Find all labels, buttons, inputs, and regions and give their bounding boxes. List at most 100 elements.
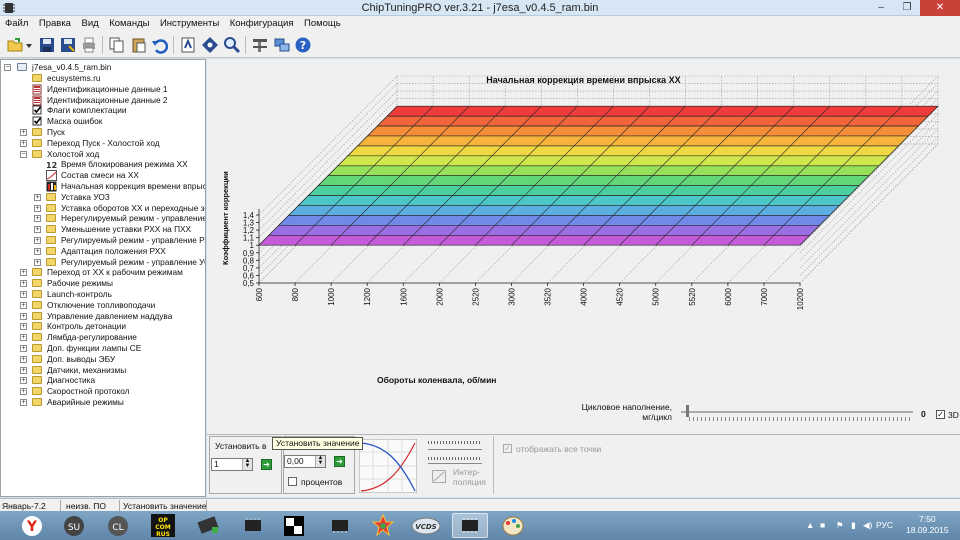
maximize-button[interactable]: ❐ — [894, 0, 920, 16]
save-as-icon[interactable] — [59, 36, 77, 54]
app-cl-icon[interactable]: CL — [100, 513, 136, 538]
tree-item[interactable]: + Launch-контроль — [4, 289, 204, 300]
paste-icon[interactable] — [130, 36, 148, 54]
tree-item[interactable]: Начальная коррекция времени впрыска — [4, 181, 205, 192]
expand-icon[interactable]: + — [34, 237, 41, 244]
tree-item[interactable]: + Регулируемый режим - управление УОЗ — [4, 257, 205, 268]
sync-icon[interactable] — [273, 36, 291, 54]
expand-icon[interactable]: + — [34, 193, 41, 201]
cyclic-fill-slider-thumb[interactable] — [686, 405, 689, 417]
tree-item[interactable]: + Датчики, механизмы — [4, 365, 204, 376]
collapse-icon[interactable]: − — [4, 64, 11, 71]
tree-item[interactable]: + Нерегулируемый режим - управление РХХ — [4, 213, 205, 224]
tree-item[interactable]: + Управление давлением наддува — [4, 311, 204, 322]
expand-icon[interactable]: + — [34, 204, 41, 212]
paint-icon[interactable] — [495, 513, 531, 538]
tree-item[interactable]: + Диагностика — [4, 375, 204, 386]
menu-help[interactable]: Помощь — [299, 16, 344, 31]
app-checker-icon[interactable] — [276, 513, 312, 538]
tree-item[interactable]: + Адаптация положения РХХ — [4, 246, 204, 257]
app-vcds-icon[interactable]: VCDS — [408, 513, 444, 538]
apply-set-in-button[interactable]: ➜ — [261, 459, 272, 470]
tray-network-icon[interactable]: ▮ — [851, 520, 856, 531]
expand-icon[interactable]: + — [20, 377, 27, 385]
tree-item[interactable]: + Скоростной протокол — [4, 386, 204, 397]
tree-item[interactable]: + Контроль детонации — [4, 321, 204, 332]
expand-icon[interactable]: + — [20, 355, 27, 363]
dropdown-arrow-icon[interactable] — [25, 36, 33, 54]
open-icon[interactable] — [6, 36, 24, 54]
copy-icon[interactable] — [108, 36, 126, 54]
clock[interactable]: 7:50 18.09.2015 — [906, 514, 949, 536]
search-icon[interactable] — [223, 36, 241, 54]
save-icon[interactable] — [38, 36, 56, 54]
tray-app-icon[interactable]: ■ — [820, 520, 825, 530]
expand-icon[interactable]: + — [20, 129, 27, 136]
slider-track-2[interactable] — [428, 463, 482, 464]
tree-item[interactable]: Флаги комплектации — [4, 105, 204, 116]
tray-arrow-icon[interactable]: ▲ — [806, 520, 814, 530]
show-all-points-checkbox[interactable]: ✓ — [503, 444, 512, 453]
browser-yandex-icon[interactable]: Y — [14, 513, 50, 538]
spin-arrows-icon[interactable]: ▲ ▼ — [315, 455, 325, 467]
expand-icon[interactable]: + — [20, 366, 27, 374]
expand-icon[interactable]: + — [20, 399, 27, 406]
apply-value-button[interactable]: ➜ — [334, 456, 345, 467]
menu-configuration[interactable]: Конфигурация — [225, 16, 297, 31]
app-su-icon[interactable]: SU — [56, 513, 92, 538]
print-icon[interactable] — [80, 36, 98, 54]
undo-icon[interactable] — [151, 36, 169, 54]
tree-item[interactable]: + Доп. выводы ЭБУ — [4, 354, 204, 365]
set-in-input[interactable]: 1 ▲ ▼ — [211, 458, 253, 471]
expand-icon[interactable]: + — [20, 269, 27, 277]
expand-icon[interactable]: + — [34, 258, 41, 266]
chip-green-icon[interactable] — [190, 513, 226, 538]
app-opcomrus-icon[interactable]: OP COM RUS — [145, 513, 181, 538]
tree-item[interactable]: + Аварийные режимы — [4, 397, 204, 408]
menu-tools[interactable]: Инструменты — [155, 16, 222, 31]
expand-icon[interactable]: + — [20, 280, 27, 288]
expand-icon[interactable]: + — [34, 226, 41, 234]
tree-item[interactable]: + Доп. функции лампы CE — [4, 343, 204, 354]
tree-item[interactable]: + Переход Пуск - Холостой ход — [4, 138, 204, 149]
close-button[interactable]: ✕ — [920, 0, 960, 16]
chip-black-icon[interactable] — [235, 513, 271, 538]
menu-view[interactable]: Вид — [76, 16, 101, 31]
tree-item[interactable]: 12 Время блокирования режима ХХ — [4, 159, 204, 170]
tools-icon[interactable] — [251, 36, 269, 54]
expand-icon[interactable]: + — [20, 301, 27, 309]
tree-item[interactable]: + Уменьшение уставки РХХ на ПХХ — [4, 224, 204, 235]
expand-icon[interactable]: + — [34, 247, 41, 255]
chiptuningpro-icon[interactable] — [452, 513, 488, 538]
expand-icon[interactable]: + — [20, 312, 27, 320]
tree-item[interactable]: + Лямбда-регулирование — [4, 332, 204, 343]
slider-track-1[interactable] — [428, 449, 482, 450]
tray-flag-icon[interactable]: ⚑ — [836, 520, 844, 531]
tray-volume-icon[interactable]: ◀) — [863, 520, 872, 531]
menu-commands[interactable]: Команды — [104, 16, 152, 31]
menu-file[interactable]: Файл — [0, 16, 31, 31]
percent-checkbox[interactable] — [288, 477, 297, 486]
tree-item[interactable]: Идентификационные данные 1 — [4, 84, 204, 95]
tree-item[interactable]: ecusystems.ru — [4, 73, 204, 84]
keyboard-language[interactable]: РУС — [876, 520, 893, 530]
expand-icon[interactable]: + — [20, 388, 27, 396]
surface-chart[interactable]: 0,50,60,70,80,911,11,21,31,4600 800 1000 12… — [207, 59, 960, 379]
menu-edit[interactable]: Правка — [34, 16, 74, 31]
help-icon[interactable]: ? — [294, 36, 312, 54]
tree-item[interactable]: + Пуск — [4, 127, 204, 138]
tree-item[interactable]: Маска ошибок — [4, 116, 204, 127]
tree-item[interactable]: − Холостой ход — [4, 149, 204, 160]
tree-item[interactable]: + Отключение топливоподачи — [4, 300, 204, 311]
script-icon[interactable] — [179, 36, 197, 54]
info-icon[interactable] — [201, 36, 219, 54]
app-star-icon[interactable] — [365, 513, 401, 538]
value-input[interactable]: 0,00 ▲ ▼ — [284, 455, 326, 468]
tree-item[interactable]: + Уставка оборотов ХХ и переходные зоны — [4, 203, 205, 214]
3d-checkbox[interactable]: ✓ — [936, 410, 945, 419]
expand-icon[interactable]: + — [34, 215, 41, 223]
tree-item[interactable]: + Уставка УОЗ — [4, 192, 204, 203]
spin-arrows-icon[interactable]: ▲ ▼ — [242, 458, 252, 470]
expand-icon[interactable]: + — [20, 323, 27, 331]
expand-icon[interactable]: + — [20, 345, 27, 352]
